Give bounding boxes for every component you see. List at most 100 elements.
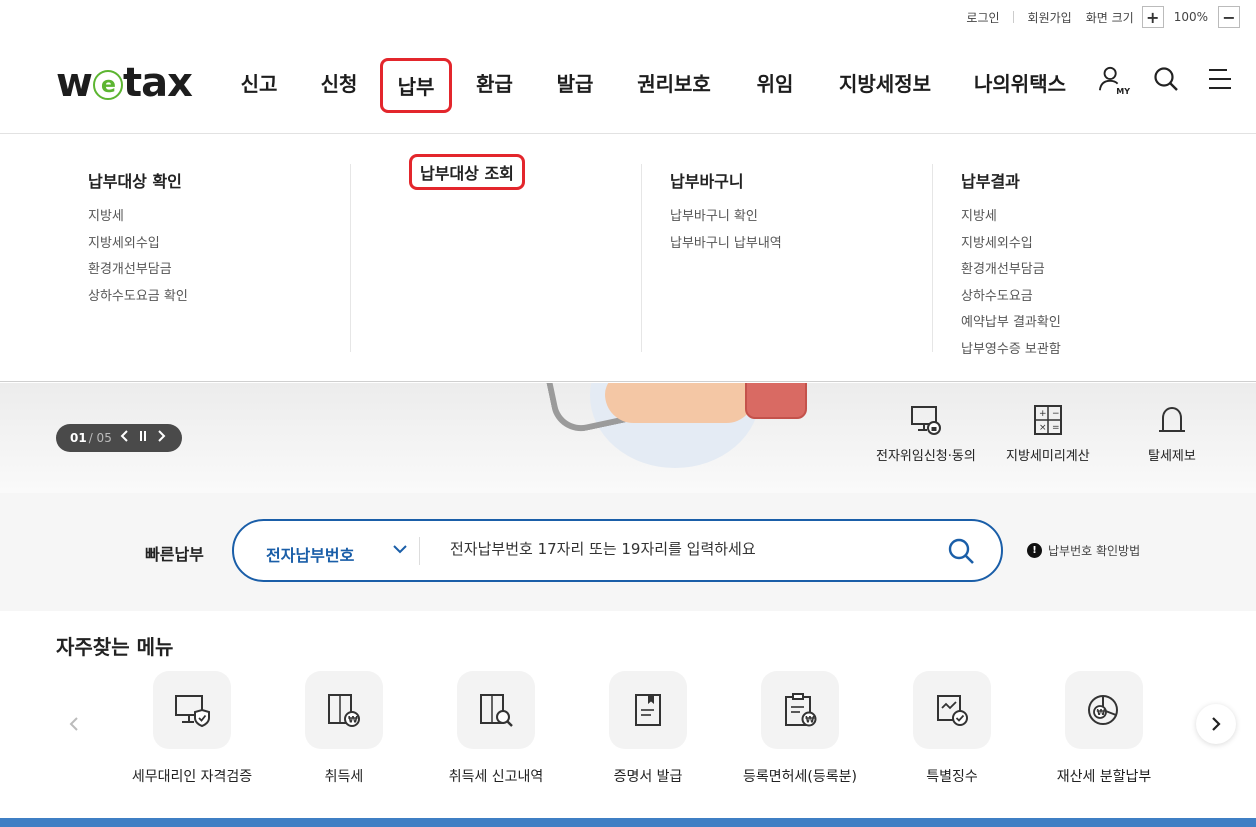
- quick-tax-calculator-label: 지방세미리계산: [1006, 449, 1090, 464]
- menu-title-payment-inquiry[interactable]: 납부대상 조회: [409, 154, 525, 190]
- slide-total: / 05: [88, 431, 112, 445]
- favorites-next-button[interactable]: [1196, 704, 1236, 744]
- menu-title-payment-result[interactable]: 납부결과: [961, 168, 1020, 192]
- nav-refund[interactable]: 환급: [452, 58, 537, 113]
- menu-item-non-tax-revenue[interactable]: 지방세외수입: [88, 231, 341, 258]
- wetax-logo[interactable]: w e tax: [56, 60, 193, 106]
- main-banner: 01 / 05 전자위임신청·동의 + − × = 지방세미리계산 탈세제보: [0, 383, 1256, 493]
- payment-type-select[interactable]: 전자납부번호: [266, 542, 354, 566]
- nav-issue[interactable]: 발급: [537, 58, 613, 113]
- favorites-prev-button[interactable]: [54, 704, 94, 744]
- banner-illustration-cuff: [745, 383, 807, 419]
- pause-icon[interactable]: [138, 430, 148, 446]
- menu-item-basket-check[interactable]: 납부바구니 확인: [670, 204, 932, 231]
- menu-item-local-tax[interactable]: 지방세: [88, 204, 341, 231]
- logo-e: e: [92, 70, 123, 100]
- menu-item-environment-charge[interactable]: 환경개선부담금: [88, 257, 341, 284]
- menu-col-payment-basket: 납부바구니 납부바구니 확인 납부바구니 납부내역: [641, 164, 932, 352]
- favorite-label: 특별징수: [926, 769, 978, 785]
- favorite-icon-box: [609, 671, 687, 749]
- menu-title-payment-target[interactable]: 납부대상 확인: [88, 168, 182, 192]
- fast-payment-divider: [419, 537, 420, 565]
- favorite-property-tax-installment[interactable]: ₩ 재산세 분할납부: [1028, 671, 1180, 786]
- clipboard-coin-icon: ₩: [785, 693, 817, 727]
- favorite-tax-agent-verify[interactable]: 세무대리인 자격검증: [116, 671, 268, 786]
- payment-number-input[interactable]: [450, 540, 930, 558]
- favorite-label: 취득세 신고내역: [448, 769, 544, 785]
- building-coin-icon: ₩: [328, 694, 360, 727]
- search-icon[interactable]: [1152, 64, 1180, 94]
- favorite-registration-license-tax[interactable]: ₩ 등록면허세(등록분): [724, 671, 876, 786]
- nav-rights[interactable]: 권리보호: [613, 58, 735, 113]
- svg-text:₩: ₩: [1097, 708, 1106, 717]
- menu-icon[interactable]: [1206, 64, 1234, 94]
- nav-delegate[interactable]: 위임: [735, 58, 815, 113]
- chevron-down-icon[interactable]: [392, 541, 408, 561]
- menu-item-receipt-box[interactable]: 납부영수증 보관함: [961, 337, 1223, 364]
- payment-number-help-link[interactable]: ! 납부번호 확인방법: [1027, 542, 1140, 559]
- document-bookmark-icon: [635, 694, 661, 726]
- favorite-menu-title: 자주찾는 메뉴: [56, 635, 174, 659]
- favorite-icon-box: [153, 671, 231, 749]
- payment-search-icon[interactable]: [947, 537, 975, 569]
- menu-col-payment-target: 납부대상 확인 지방세 지방세외수입 환경개선부담금 상하수도요금 확인: [50, 164, 341, 352]
- menu-item-result-non-tax[interactable]: 지방세외수입: [961, 231, 1223, 258]
- menu-item-reserved-payment[interactable]: 예약납부 결과확인: [961, 310, 1223, 337]
- siren-icon: [1158, 406, 1185, 432]
- favorite-certificate-issue[interactable]: 증명서 발급: [572, 671, 724, 786]
- payment-number-help-text: 납부번호 확인방법: [1048, 544, 1141, 558]
- banner-illustration-hand: [605, 383, 755, 423]
- menu-item-result-environment[interactable]: 환경개선부담금: [961, 257, 1223, 284]
- favorite-special-collection[interactable]: 특별징수: [876, 671, 1028, 786]
- monitor-shield-icon: [175, 695, 210, 728]
- menu-item-result-local-tax[interactable]: 지방세: [961, 204, 1223, 231]
- payment-mega-menu: 납부대상 확인 지방세 지방세외수입 환경개선부담금 상하수도요금 확인 납부대…: [0, 134, 1256, 382]
- fast-payment-box: 전자납부번호: [232, 519, 1003, 582]
- favorite-icon-box: ₩: [761, 671, 839, 749]
- nav-apply[interactable]: 신청: [298, 58, 380, 113]
- nav-local-tax-info[interactable]: 지방세정보: [815, 58, 955, 113]
- login-link[interactable]: 로그인: [952, 9, 1014, 26]
- favorite-label: 재산세 분할납부: [1056, 769, 1152, 785]
- nav-report[interactable]: 신고: [220, 58, 298, 113]
- menu-item-basket-history[interactable]: 납부바구니 납부내역: [670, 231, 932, 258]
- my-badge: MY: [1116, 87, 1130, 96]
- nav-payment[interactable]: 납부: [380, 58, 452, 113]
- svg-text:=: =: [1052, 423, 1060, 433]
- header-icons: MY: [1098, 64, 1234, 96]
- favorite-icon-box: ₩: [305, 671, 383, 749]
- nav-my-wetax[interactable]: 나의위택스: [955, 58, 1085, 113]
- quick-tax-calculator[interactable]: + − × = 지방세미리계산: [1006, 403, 1090, 464]
- svg-text:−: −: [1052, 409, 1060, 419]
- favorite-label: 세무대리인 자격검증: [131, 769, 253, 785]
- my-page-icon[interactable]: MY: [1098, 64, 1130, 96]
- folder-check-icon: [937, 695, 968, 726]
- menu-title-payment-basket[interactable]: 납부바구니: [670, 168, 744, 192]
- favorite-icon-box: [913, 671, 991, 749]
- svg-text:₩: ₩: [348, 716, 358, 726]
- favorite-acquisition-tax-history[interactable]: 취득세 신고내역: [420, 671, 572, 786]
- signup-link[interactable]: 회원가입: [1014, 9, 1086, 26]
- menu-item-water-bill-check[interactable]: 상하수도요금 확인: [88, 284, 341, 311]
- zoom-in-button[interactable]: +: [1141, 6, 1164, 28]
- menu-item-result-water[interactable]: 상하수도요금: [961, 284, 1223, 311]
- fast-payment-section: 빠른납부 전자납부번호 ! 납부번호 확인방법: [0, 493, 1256, 611]
- prev-slide-icon[interactable]: [120, 430, 130, 446]
- next-slide-icon[interactable]: [156, 430, 166, 446]
- pie-chart-coin-icon: ₩: [1088, 695, 1118, 725]
- zoom-out-button[interactable]: −: [1218, 6, 1240, 28]
- menu-col-payment-result: 납부결과 지방세 지방세외수입 환경개선부담금 상하수도요금 예약납부 결과확인…: [932, 164, 1223, 357]
- footer-band: [0, 818, 1256, 827]
- favorite-icon-box: [457, 671, 535, 749]
- logo-w: w: [56, 60, 93, 106]
- quick-tax-evasion-report-label: 탈세제보: [1148, 449, 1196, 464]
- logo-tax: tax: [122, 60, 193, 106]
- quick-e-delegation[interactable]: 전자위임신청·동의: [876, 403, 976, 464]
- quick-tax-evasion-report[interactable]: 탈세제보: [1148, 403, 1196, 464]
- favorite-acquisition-tax[interactable]: ₩ 취득세: [268, 671, 420, 786]
- fast-payment-label: 빠른납부: [145, 545, 204, 564]
- utility-bar: 로그인 회원가입 화면 크기 + 100% −: [952, 0, 1256, 34]
- menu-col-payment-inquiry: 납부대상 조회: [350, 154, 641, 352]
- favorite-label: 등록면허세(등록분): [743, 769, 857, 785]
- favorite-label: 취득세: [324, 769, 364, 785]
